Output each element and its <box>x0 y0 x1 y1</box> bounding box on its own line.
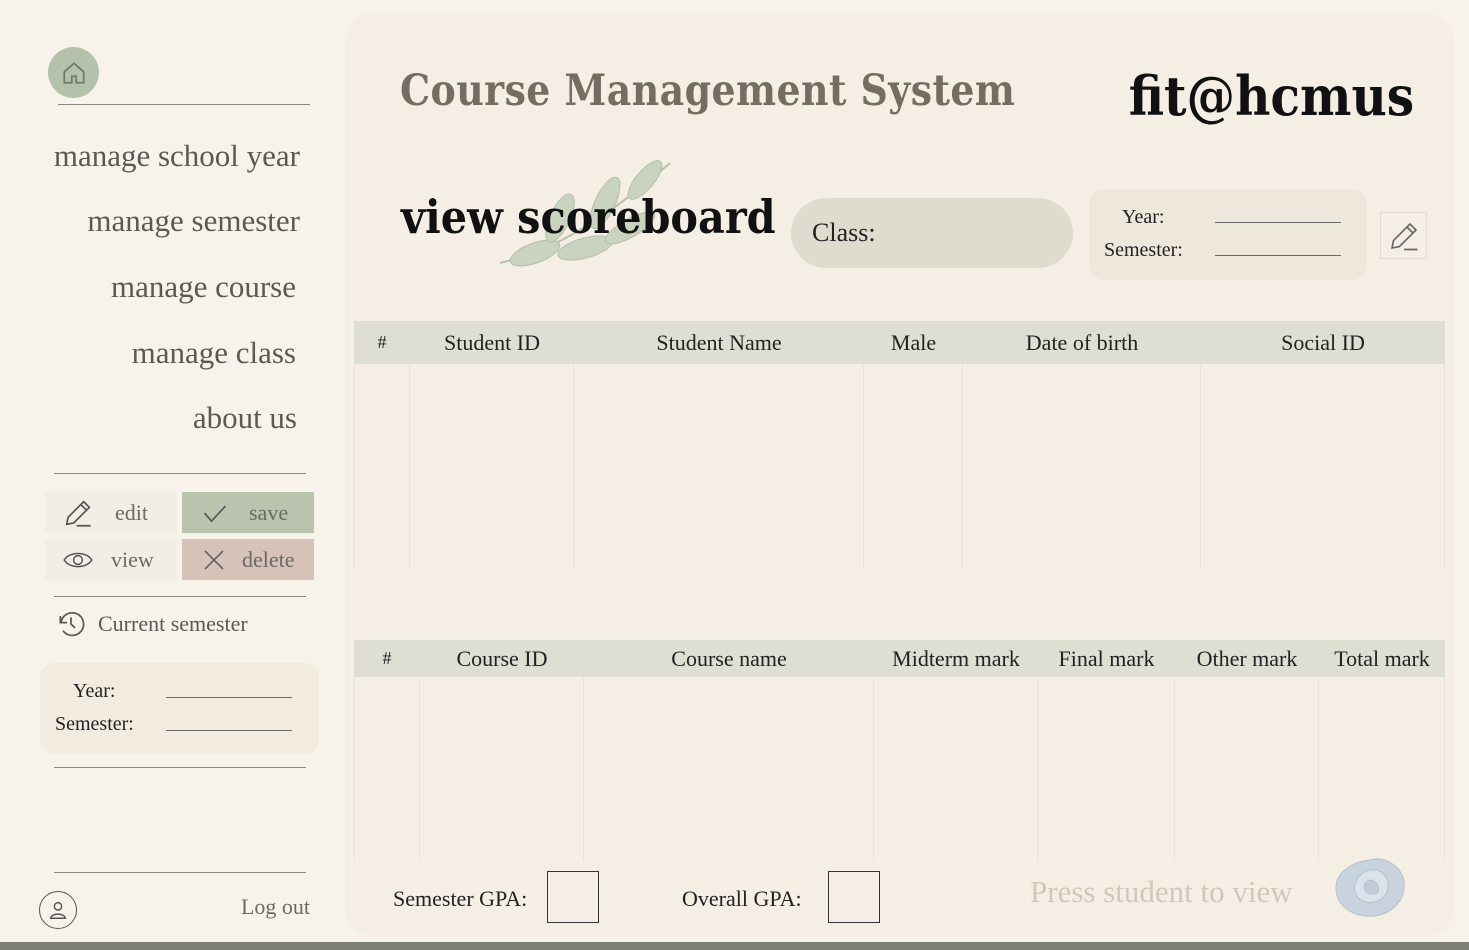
brand-logo: fit@hcmus <box>1128 64 1414 128</box>
divider <box>54 473 306 474</box>
class-field[interactable]: Class: <box>791 198 1073 268</box>
current-semester: Current semester <box>55 608 248 640</box>
close-icon <box>204 550 224 569</box>
edit-label: edit <box>115 499 148 525</box>
current-semester-box: Year: Semester: <box>40 663 319 754</box>
col-course-id: Course ID <box>456 645 548 671</box>
nav-manage-course[interactable]: manage course <box>111 269 296 305</box>
col-social-id: Social ID <box>1281 329 1365 355</box>
nav-manage-semester[interactable]: manage semester <box>87 203 300 239</box>
semester-value <box>166 730 292 731</box>
divider <box>54 767 306 768</box>
year-semester-box: Year: Semester: <box>1089 189 1367 280</box>
col-index: # <box>382 648 392 668</box>
edit-year-semester-button[interactable] <box>1380 212 1427 259</box>
course-table-header: # Course ID Course name Midterm mark Fin… <box>354 640 1445 677</box>
year-label: Year: <box>73 680 116 702</box>
col-course-name: Course name <box>671 645 787 671</box>
student-table: # Student ID Student Name Male Date of b… <box>354 321 1445 568</box>
hint-text: Press student to view <box>1030 874 1293 909</box>
delete-label: delete <box>242 546 295 572</box>
divider <box>54 872 306 873</box>
col-other-mark: Other mark <box>1196 645 1298 671</box>
home-icon <box>62 61 85 84</box>
user-icon[interactable] <box>39 891 77 929</box>
col-date-of-birth: Date of birth <box>1025 329 1139 355</box>
current-semester-label: Current semester <box>98 611 248 636</box>
home-button[interactable] <box>48 47 99 98</box>
semester-value <box>1215 255 1341 256</box>
pencil-icon <box>1390 222 1417 250</box>
divider <box>58 104 310 105</box>
nav-about-us[interactable]: about us <box>193 400 297 436</box>
view-label: view <box>111 546 154 572</box>
col-student-name: Student Name <box>656 329 782 355</box>
pencil-icon <box>65 499 91 527</box>
app-title: Course Management System <box>400 66 1016 116</box>
year-value <box>166 697 292 698</box>
class-label: Class: <box>812 218 876 247</box>
check-icon <box>203 504 227 522</box>
col-male: Male <box>890 329 937 355</box>
bottom-bar <box>0 942 1469 950</box>
flower-decoration <box>1335 858 1405 917</box>
semester-label: Semester: <box>1104 239 1183 261</box>
save-button[interactable]: save <box>182 492 314 533</box>
course-table: # Course ID Course name Midterm mark Fin… <box>354 640 1445 861</box>
delete-button[interactable]: delete <box>182 539 314 580</box>
overall-gpa-value <box>828 871 880 923</box>
nav-manage-class[interactable]: manage class <box>132 335 296 371</box>
history-icon <box>59 611 85 637</box>
col-student-id: Student ID <box>444 329 540 355</box>
eye-icon <box>63 552 93 567</box>
page-heading: view scoreboard <box>401 190 776 244</box>
divider <box>54 596 306 597</box>
col-final-mark: Final mark <box>1058 645 1155 671</box>
edit-button[interactable]: edit <box>45 492 177 533</box>
col-index: # <box>377 332 387 352</box>
semester-gpa-value <box>547 871 599 923</box>
year-value <box>1215 222 1341 223</box>
overall-gpa-label: Overall GPA: <box>682 886 802 911</box>
student-table-header: # Student ID Student Name Male Date of b… <box>354 321 1445 364</box>
student-table-body[interactable] <box>354 364 1445 568</box>
logout-link[interactable]: Log out <box>241 894 310 920</box>
semester-gpa-label: Semester GPA: <box>393 886 528 911</box>
nav-manage-school-year[interactable]: manage school year <box>54 138 300 174</box>
year-label: Year: <box>1122 206 1165 228</box>
save-label: save <box>249 499 289 525</box>
semester-label: Semester: <box>55 713 134 735</box>
col-midterm-mark: Midterm mark <box>892 645 1020 671</box>
course-table-body[interactable] <box>354 677 1445 861</box>
col-total-mark: Total mark <box>1334 645 1430 671</box>
view-button[interactable]: view <box>45 539 177 580</box>
